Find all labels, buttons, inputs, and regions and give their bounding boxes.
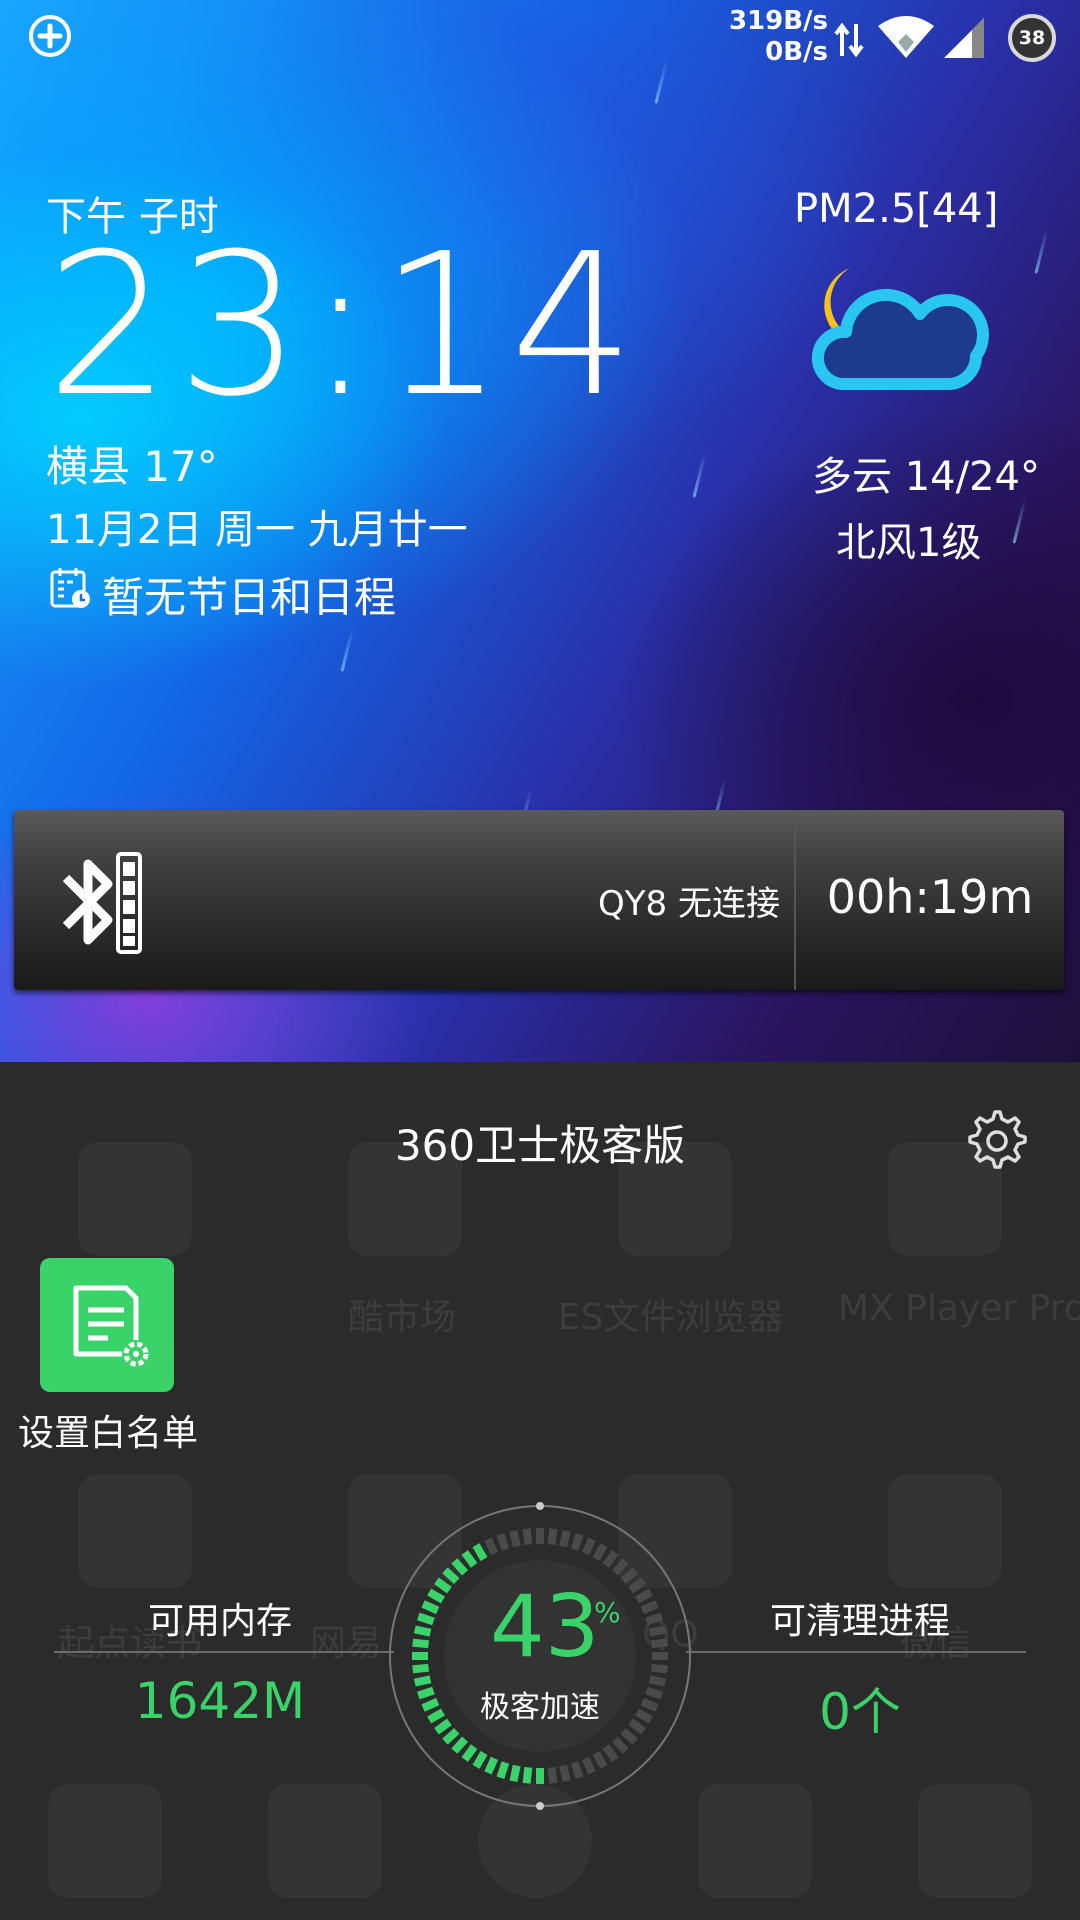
bluetooth-device-status: QY8 无连接 (598, 884, 780, 924)
gauge-tick (640, 1697, 659, 1712)
process-value: 0个 (819, 1683, 901, 1741)
gauge-tick (620, 1727, 638, 1745)
gauge-tick (522, 1528, 533, 1546)
date-line[interactable]: 11月2日 周一 九月廿一 (46, 497, 468, 555)
status-bar: 319B/s 0B/s 38 (0, 0, 1080, 76)
gauge-tick (592, 1750, 608, 1769)
pm25-reading[interactable]: PM2.5[44] (794, 186, 998, 232)
gauge-tick (645, 1612, 663, 1626)
gauge-tick (509, 1529, 521, 1548)
gauge-tick-filled (442, 1727, 460, 1745)
gauge-tick (650, 1638, 668, 1649)
gauge-tick (620, 1567, 638, 1585)
gauge-tick (581, 1756, 596, 1775)
wifi-icon (878, 16, 934, 58)
gauge-tick (611, 1736, 629, 1754)
gauge-tick-filled (461, 1744, 478, 1762)
gauge-tick-filled (451, 1558, 469, 1576)
gauge-tick (648, 1625, 667, 1637)
gauge-tick (559, 1764, 571, 1783)
speedup-panel: 酷市场 ES文件浏览器 MX Player Pro 起点读书 网易 QQ 微信 … (0, 1062, 1080, 1920)
gauge-tick-filled (417, 1612, 435, 1626)
background-app-icon (888, 1474, 1002, 1588)
signal-icon (944, 18, 984, 58)
gauge-tick-filled (442, 1567, 460, 1585)
gauge-tick (648, 1675, 667, 1687)
gauge-tick-filled (472, 1750, 488, 1769)
gauge-tick-filled (417, 1686, 435, 1700)
gauge-tick-filled (451, 1736, 469, 1754)
divider (54, 1651, 394, 1653)
gauge-tick-filled (412, 1638, 430, 1649)
gauge-tick (628, 1577, 646, 1594)
gauge-label[interactable]: 极客加速 (440, 1682, 640, 1726)
background-app-icon (48, 1784, 162, 1898)
gauge-unit: % (594, 1596, 621, 1629)
gauge-tick (570, 1533, 584, 1551)
gauge-tick-filled (496, 1761, 510, 1779)
whitelist-button[interactable] (40, 1258, 174, 1392)
memory-value: 1642M (134, 1672, 306, 1730)
gauge-tick (484, 1537, 499, 1556)
gauge-tick-filled (434, 1577, 452, 1594)
gauge-tick-filled (412, 1663, 430, 1674)
bluetooth-widget[interactable]: QY8 无连接 00h:19m (14, 810, 1064, 990)
gauge-tick-filled (522, 1766, 533, 1784)
gauge-tick (602, 1744, 619, 1762)
bluetooth-battery-icon (62, 852, 142, 954)
data-arrows-icon (834, 22, 864, 58)
wind-level[interactable]: 北风1级 (836, 510, 981, 568)
gauge-tick-filled (421, 1600, 440, 1615)
gauge-tick (611, 1558, 629, 1576)
whitelist-label[interactable]: 设置白名单 (0, 1404, 216, 1456)
gauge-value[interactable]: 43 (490, 1582, 599, 1672)
city-temperature[interactable]: 横县 17° (46, 433, 218, 494)
gauge-tick (634, 1588, 653, 1604)
process-label: 可清理进程 (769, 1601, 950, 1642)
calendar-clock-icon (50, 568, 90, 608)
gauge-tick (559, 1529, 571, 1548)
gauge-tick (645, 1686, 663, 1700)
upload-speed: 319B/s (728, 6, 828, 36)
weather-description[interactable]: 多云 14/24° (812, 444, 1040, 502)
bluetooth-duration: 00h:19m (826, 870, 1034, 924)
gauge-tick (581, 1537, 596, 1556)
gauge-tick-filled (413, 1675, 432, 1687)
gauge-tick (547, 1528, 558, 1546)
network-speed: 319B/s 0B/s (728, 6, 828, 68)
background-app-icon (78, 1474, 192, 1588)
divider (686, 1651, 1026, 1653)
gauge-tick (570, 1761, 584, 1779)
background-app-icon (268, 1784, 382, 1898)
background-app-label: MX Player Pro (838, 1288, 1080, 1329)
gauge-tick-filled (472, 1543, 488, 1562)
gauge-tick (547, 1766, 558, 1784)
gear-icon[interactable] (962, 1106, 1028, 1172)
background-app-icon (918, 1784, 1032, 1898)
download-speed: 0B/s (765, 37, 828, 67)
gauge-tick-filled (427, 1588, 446, 1604)
gauge-tick-filled (413, 1625, 432, 1637)
background-app-label: 酷市场 (348, 1297, 457, 1338)
clock-time[interactable]: 23:14 (46, 226, 641, 426)
gauge-tick-filled (421, 1697, 440, 1712)
gauge-tick-filled (484, 1756, 499, 1775)
background-app-label: ES文件浏览器 (558, 1297, 784, 1338)
battery-icon: 38 (1008, 14, 1056, 62)
gauge-tick-filled (461, 1550, 478, 1568)
gauge-tick (602, 1550, 619, 1568)
memory-label: 可用内存 (147, 1601, 292, 1642)
gauge-tick-filled (509, 1764, 521, 1783)
gauge-tick (640, 1600, 659, 1615)
background-app-icon (698, 1784, 812, 1898)
add-circle-icon[interactable] (28, 14, 72, 58)
gauge-tick (592, 1543, 608, 1562)
gauge-tick (496, 1533, 510, 1551)
schedule-text[interactable]: 暂无节日和日程 (102, 564, 396, 625)
gauge-tick (650, 1663, 668, 1674)
panel-title: 360卫士极客版 (394, 1121, 686, 1170)
moon-cloud-icon[interactable] (790, 256, 990, 406)
document-settings-icon (73, 1285, 150, 1368)
